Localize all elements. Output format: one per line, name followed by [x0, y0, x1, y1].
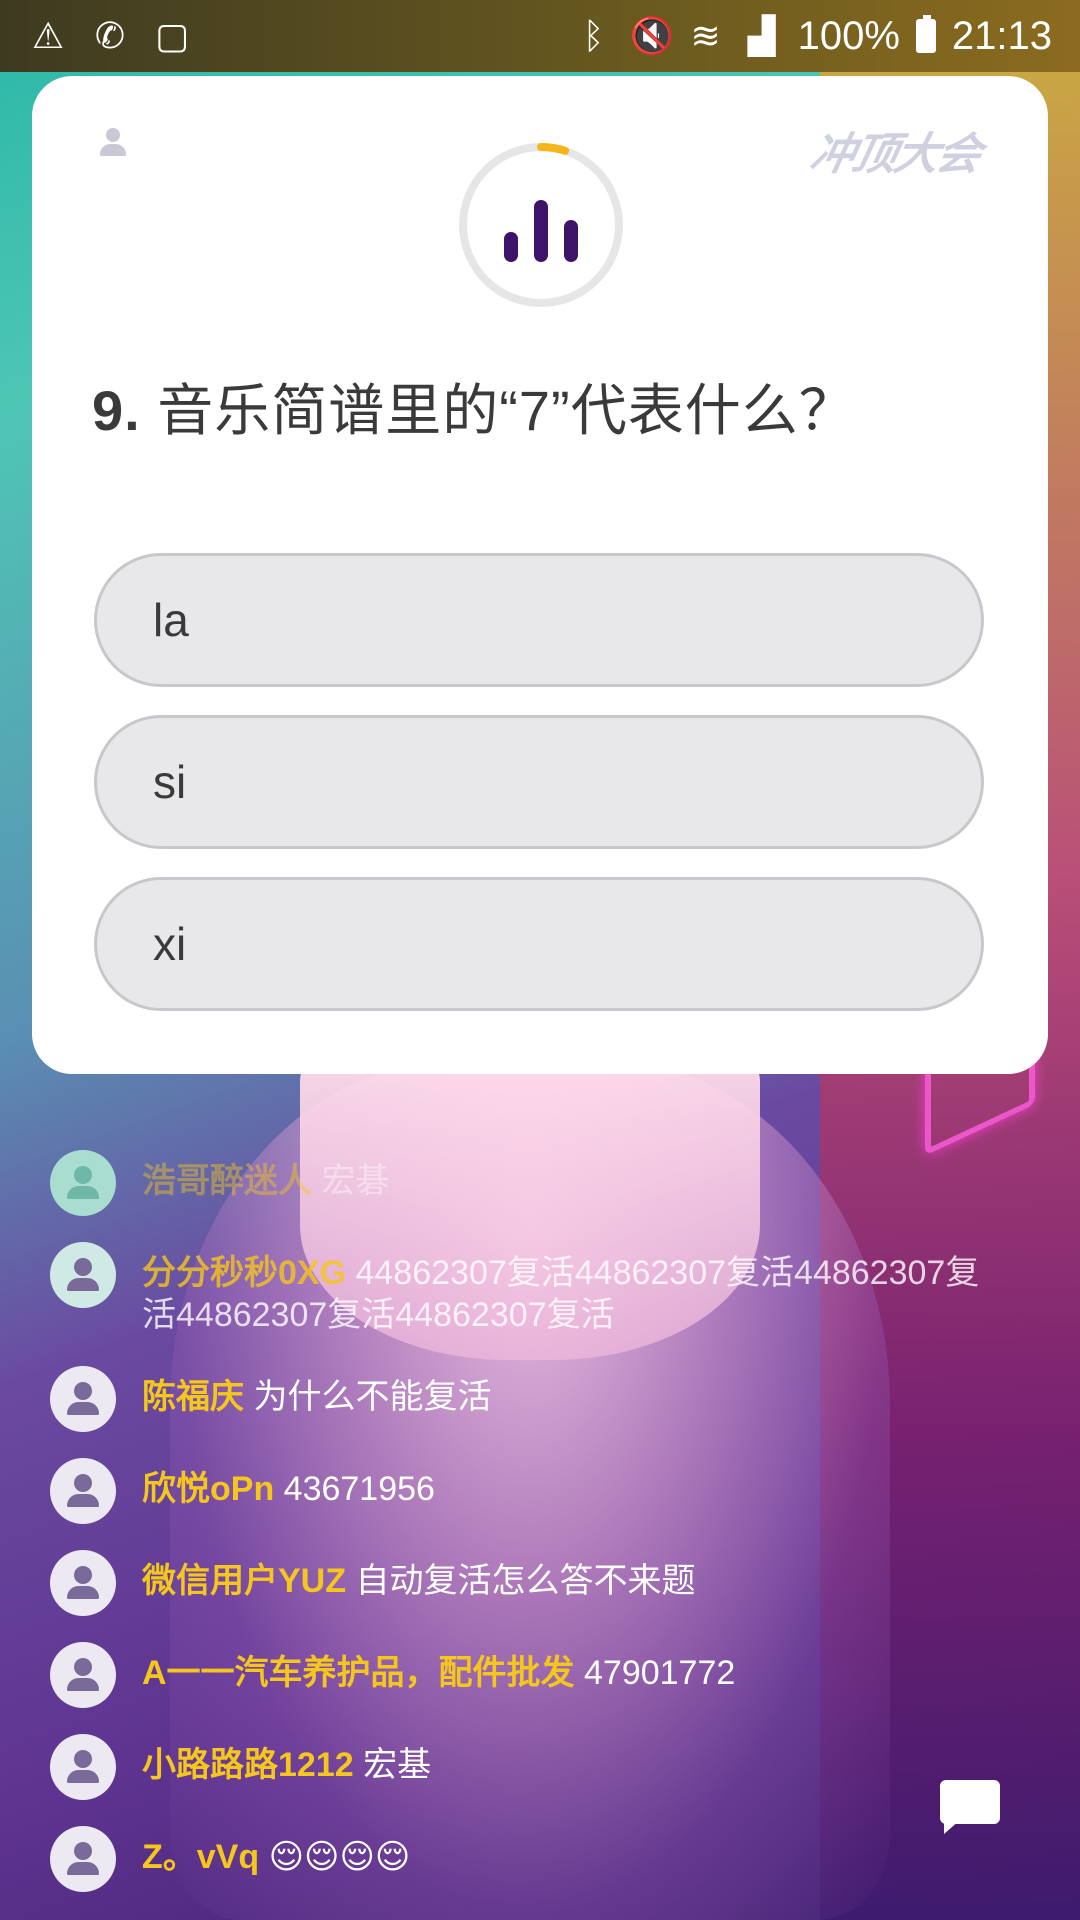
comment-item: 微信用户YUZ 自动复活怎么答不来题	[50, 1550, 1010, 1616]
answer-option-label: la	[153, 594, 189, 646]
mute-icon: 🔇	[629, 15, 675, 56]
chat-bubble-icon[interactable]	[940, 1780, 1004, 1836]
status-left-icons: ⚠ ✆ ▢	[28, 15, 192, 57]
answer-option-label: si	[153, 756, 187, 808]
comment-message: 宏基	[353, 1746, 432, 1784]
commenter-avatar	[50, 1642, 116, 1708]
clock: 21:13	[951, 13, 1052, 58]
status-right-icons: ᛒ 🔇 ≋ ▟ 100% 21:13	[574, 14, 1052, 59]
comment-message: 自动复活怎么答不来题	[346, 1562, 696, 1600]
question-text: 9. 音乐简谱里的“7”代表什么？	[92, 366, 992, 447]
comment-message: 47901772	[574, 1654, 736, 1692]
comment-item: 浩哥醉迷人 宏碁	[50, 1150, 1010, 1216]
comment-item: 欣悦oPn 43671956	[50, 1458, 1010, 1524]
comment-item: Z。vVq 😌😌😌😌	[50, 1826, 1010, 1892]
comment-item: 分分秒秒0XG 44862307复活44862307复活44862307复活44…	[50, 1242, 1010, 1336]
timer-progress-arc	[537, 143, 570, 155]
user-avatar-icon[interactable]	[98, 128, 128, 158]
answer-option-2[interactable]: si	[94, 715, 984, 849]
commenter-avatar	[50, 1150, 116, 1216]
commenter-name: Z。vVq	[142, 1838, 260, 1876]
comment-message: 😌😌😌😌	[259, 1838, 411, 1876]
warning-icon: ⚠	[31, 15, 65, 56]
comment-item: 小路路路1212 宏基	[50, 1734, 1010, 1800]
commenter-name: 微信用户YUZ	[142, 1562, 346, 1600]
question-body: 音乐简谱里的“7”代表什么？	[140, 379, 856, 442]
wifi-icon: ≋	[690, 15, 721, 56]
comment-message: 宏碁	[312, 1162, 390, 1200]
battery-icon	[915, 15, 936, 53]
commenter-name: 欣悦oPn	[142, 1470, 275, 1508]
question-card: 冲顶大会 9. 音乐简谱里的“7”代表什么？ la si xi	[32, 76, 1048, 1074]
equalizer-icon	[504, 200, 578, 262]
answer-option-label: xi	[153, 918, 187, 970]
comment-message: 43671956	[274, 1470, 435, 1508]
commenter-avatar	[50, 1242, 116, 1308]
commenter-name: 分分秒秒0XG	[142, 1254, 347, 1292]
answer-option-3[interactable]: xi	[94, 877, 984, 1011]
signal-icon: ▟	[747, 15, 776, 56]
commenter-name: 陈福庆	[142, 1378, 244, 1416]
commenter-avatar	[50, 1826, 116, 1892]
bluetooth-icon: ᛒ	[582, 15, 605, 56]
screen-timer-icon: ▢	[154, 15, 189, 56]
comment-message: 为什么不能复活	[244, 1378, 492, 1416]
answer-option-1[interactable]: la	[94, 553, 984, 687]
commenter-name: A一一汽车养护品，配件批发	[142, 1654, 575, 1692]
comment-item: A一一汽车养护品，配件批发 47901772	[50, 1642, 1010, 1708]
wifi-call-icon: ✆	[94, 15, 126, 56]
commenter-name: 浩哥醉迷人	[142, 1162, 312, 1200]
commenter-name: 小路路路1212	[142, 1746, 354, 1784]
timer-ring	[459, 143, 623, 307]
commenter-avatar	[50, 1366, 116, 1432]
commenter-avatar	[50, 1734, 116, 1800]
question-number: 9.	[92, 379, 141, 442]
status-bar: ⚠ ✆ ▢ ᛒ 🔇 ≋ ▟ 100% 21:13	[0, 0, 1080, 72]
app-logo: 冲顶大会	[805, 130, 985, 179]
countdown-timer	[456, 140, 626, 310]
commenter-avatar	[50, 1458, 116, 1524]
battery-percent: 100%	[797, 13, 900, 58]
comment-item: 陈福庆 为什么不能复活	[50, 1366, 1010, 1432]
commenter-avatar	[50, 1550, 116, 1616]
